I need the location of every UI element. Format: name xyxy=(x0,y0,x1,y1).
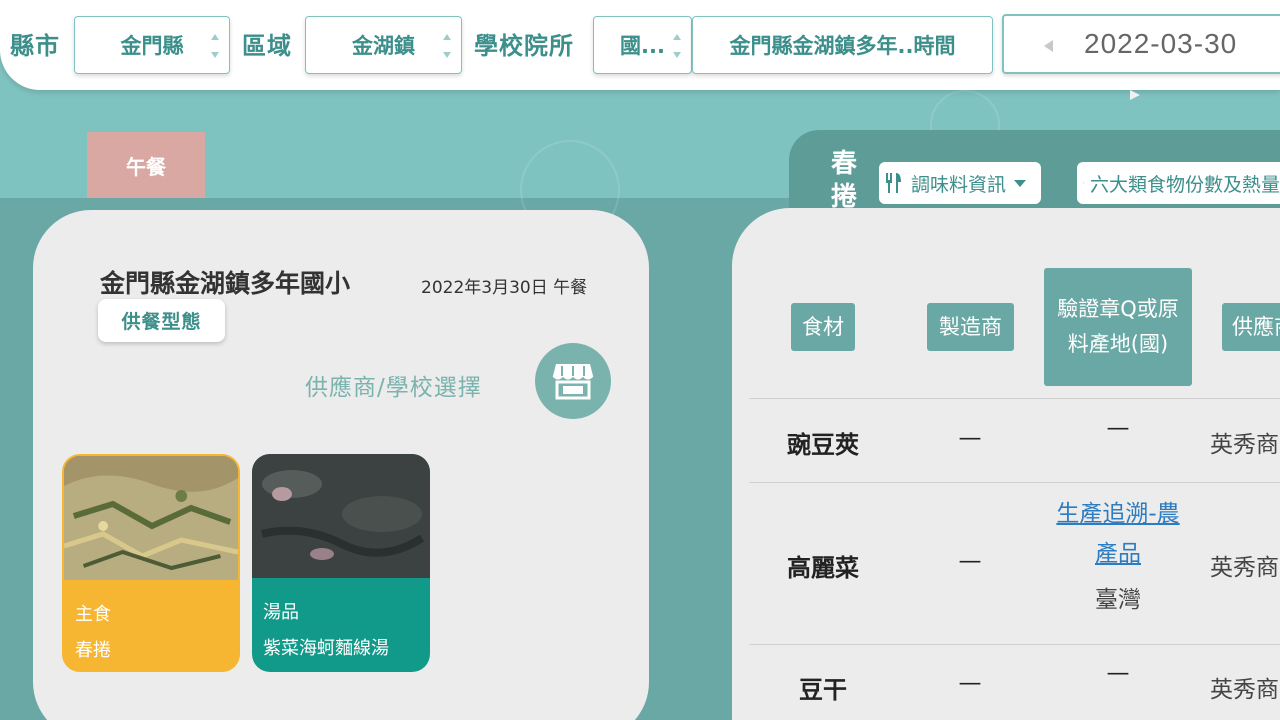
six-food-groups-dropdown[interactable]: 六大類食物份數及熱量 xyxy=(1077,162,1280,204)
manufacturer-value: — xyxy=(958,548,982,574)
supplier-select-button[interactable] xyxy=(535,343,611,419)
utensils-icon xyxy=(1083,182,1084,184)
supplier-value: 英秀商 xyxy=(1210,677,1279,703)
meal-date: 2022年3月30日 午餐 xyxy=(421,278,588,298)
ingredient-name: 豌豆莢 xyxy=(787,431,859,459)
tab-lunch[interactable]: 午餐 xyxy=(87,132,205,198)
district-label: 區域 xyxy=(242,32,292,60)
select-arrows-icon xyxy=(673,34,683,58)
header-supplier: 供應商 xyxy=(1222,303,1280,351)
district-select-value: 金湖鎮 xyxy=(352,34,415,58)
service-type-label: 供餐型態 xyxy=(121,311,202,333)
dish-info-soup: 湯品 紫菜海蚵麵線湯 xyxy=(252,578,430,672)
row-divider xyxy=(749,644,1280,645)
dish-card-soup[interactable]: 湯品 紫菜海蚵麵線湯 xyxy=(252,454,430,672)
school-type-select-value: 國... xyxy=(620,34,665,58)
dish-detail-title: 春捲 xyxy=(830,149,857,212)
header-ingredient-label: 食材 xyxy=(802,314,844,339)
header-manufacturer-label: 製造商 xyxy=(939,314,1002,339)
select-arrows-icon xyxy=(443,34,453,58)
pointer-icon xyxy=(1130,90,1140,100)
seasoning-info-dropdown[interactable]: 調味料資訊 xyxy=(879,162,1041,204)
header-certification: 驗證章Q或原料產地(國) xyxy=(1044,268,1192,386)
ingredient-name: 豆干 xyxy=(799,676,847,704)
school-label: 學校院所 xyxy=(474,32,574,60)
school-type-select[interactable]: 國... xyxy=(593,16,692,74)
service-type-button[interactable]: 供餐型態 xyxy=(98,299,225,342)
supplier-select-label: 供應商/學校選擇 xyxy=(305,375,482,401)
supplier-value: 英秀商 xyxy=(1210,432,1279,458)
ingredient-name: 高麗菜 xyxy=(787,554,859,582)
origin-value: 臺灣 xyxy=(1095,587,1141,613)
header-supplier-label: 供應商 xyxy=(1232,314,1280,339)
select-arrows-icon xyxy=(211,34,221,58)
county-label: 縣市 xyxy=(10,32,60,60)
tab-lunch-label: 午餐 xyxy=(126,154,166,179)
six-food-groups-label: 六大類食物份數及熱量 xyxy=(1089,173,1280,196)
dish-name: 紫菜海蚵麵線湯 xyxy=(263,638,389,659)
dish-info-main: 主食 春捲 xyxy=(64,580,238,670)
date-value: 2022-03-30 xyxy=(1084,28,1238,59)
supplier-value: 英秀商 xyxy=(1210,555,1279,581)
seasoning-info-label: 調味料資訊 xyxy=(911,173,1007,196)
utensils-icon xyxy=(886,173,901,193)
row-divider xyxy=(749,398,1280,399)
header-certification-label: 驗證章Q或原料產地(國) xyxy=(1057,297,1179,356)
school-select-value: 金門縣金湖鎮多年..時間 xyxy=(729,34,956,58)
seaweed-soup-photo xyxy=(252,454,430,578)
date-picker[interactable]: 2022-03-30 xyxy=(1002,14,1280,74)
school-select[interactable]: 金門縣金湖鎮多年..時間 xyxy=(692,16,993,74)
school-name: 金門縣金湖鎮多年國小 xyxy=(100,269,351,298)
county-select-value: 金門縣 xyxy=(120,34,184,58)
caret-down-icon xyxy=(1014,179,1027,187)
district-select[interactable]: 金湖鎮 xyxy=(305,16,462,74)
row-divider xyxy=(749,482,1280,483)
previous-date-icon[interactable] xyxy=(1044,40,1053,52)
certification-value: — xyxy=(1106,415,1130,441)
dish-card-main[interactable]: 主食 春捲 xyxy=(62,454,240,672)
dish-name: 春捲 xyxy=(75,640,111,661)
spring-roll-photo xyxy=(64,456,238,580)
traceability-link[interactable]: 生產追溯-農產品 xyxy=(1050,494,1186,574)
dish-category: 湯品 xyxy=(263,602,299,623)
dish-category: 主食 xyxy=(75,604,111,625)
header-manufacturer: 製造商 xyxy=(927,303,1014,351)
manufacturer-value: — xyxy=(958,425,982,451)
certification-value: — xyxy=(1106,660,1130,686)
store-icon xyxy=(552,364,594,400)
header-ingredient: 食材 xyxy=(791,303,855,351)
manufacturer-value: — xyxy=(958,670,982,696)
county-select[interactable]: 金門縣 xyxy=(74,16,230,74)
